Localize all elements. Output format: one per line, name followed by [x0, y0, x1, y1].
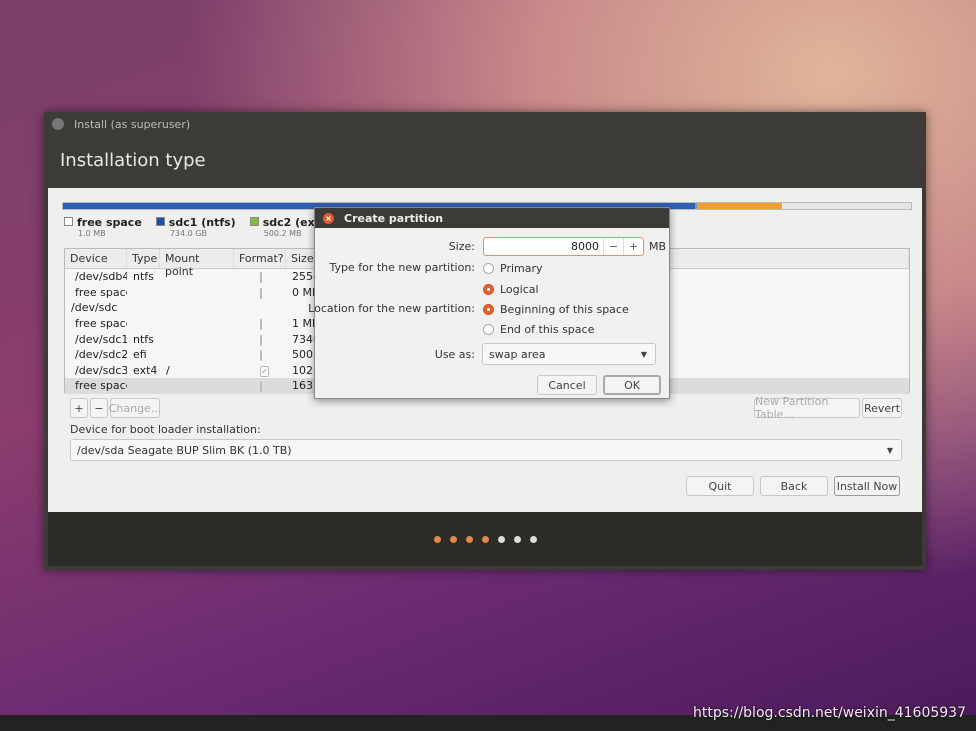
- radio-logical[interactable]: Logical: [483, 283, 539, 296]
- radio-end[interactable]: End of this space: [483, 323, 594, 336]
- progress-dot: [497, 535, 505, 543]
- close-icon[interactable]: [52, 118, 64, 130]
- format-checkbox[interactable]: [260, 334, 262, 346]
- format-checkbox[interactable]: [260, 381, 262, 393]
- dialog-title: Create partition: [344, 211, 444, 225]
- format-checkbox[interactable]: ✓: [260, 365, 269, 377]
- remove-partition-button[interactable]: −: [90, 398, 108, 418]
- use-as-value: swap area: [489, 347, 546, 361]
- legend-name: free space: [77, 216, 142, 229]
- watermark: https://blog.csdn.net/weixin_41605937: [692, 705, 966, 721]
- progress-dot: [513, 535, 521, 543]
- radio-label: Logical: [500, 283, 539, 296]
- add-partition-button[interactable]: +: [70, 398, 88, 418]
- radio-icon: [483, 324, 494, 335]
- use-as-select[interactable]: swap area ▼: [482, 343, 656, 365]
- revert-button[interactable]: Revert: [862, 398, 902, 418]
- legend-item: free space 1.0 MB: [64, 216, 142, 238]
- col-device[interactable]: Device: [65, 249, 127, 268]
- cell-device: free space: [75, 379, 127, 393]
- cell-device: free space: [75, 285, 127, 299]
- cell-type: ntfs: [133, 270, 154, 284]
- location-label: Location for the new partition:: [308, 302, 475, 315]
- radio-label: Primary: [500, 262, 543, 275]
- format-checkbox[interactable]: [260, 287, 262, 299]
- cell-mount: /: [166, 363, 170, 377]
- progress-dot: [449, 535, 457, 543]
- partition-legend: free space 1.0 MB sdc1 (ntfs) 734.0 GB sdc2 …: [64, 216, 333, 238]
- format-checkbox[interactable]: [260, 350, 262, 362]
- change-button[interactable]: Change...: [109, 398, 161, 418]
- cell-device: /dev/sdc: [71, 301, 118, 315]
- decrement-button[interactable]: −: [603, 238, 623, 255]
- progress-dot: [481, 535, 489, 543]
- col-format[interactable]: Format?: [234, 249, 286, 268]
- cell-device: /dev/sdc1: [75, 332, 127, 346]
- radio-label: Beginning of this space: [500, 303, 629, 316]
- ok-button[interactable]: OK: [603, 375, 661, 395]
- radio-icon: [483, 263, 494, 274]
- bootloader-label: Device for boot loader installation:: [70, 423, 261, 436]
- legend-swatch: [64, 217, 73, 226]
- bootloader-value: /dev/sda Seagate BUP Slim BK (1.0 TB): [77, 443, 292, 457]
- quit-button[interactable]: Quit: [686, 476, 754, 496]
- use-as-label: Use as:: [434, 348, 475, 361]
- dialog-title-bar: × Create partition: [315, 208, 669, 228]
- progress-dot: [465, 535, 473, 543]
- increment-button[interactable]: +: [623, 238, 643, 255]
- cell-type: ext4: [133, 363, 158, 377]
- install-now-button[interactable]: Install Now: [834, 476, 900, 496]
- format-checkbox[interactable]: [260, 319, 262, 331]
- radio-primary[interactable]: Primary: [483, 262, 543, 275]
- cancel-button[interactable]: Cancel: [537, 375, 597, 395]
- radio-label: End of this space: [500, 323, 595, 336]
- dropdown-arrow-icon: ▼: [886, 445, 893, 455]
- dropdown-arrow-icon: ▼: [640, 349, 647, 359]
- cell-device: /dev/sdc3: [75, 363, 127, 377]
- col-type[interactable]: Type: [127, 249, 160, 268]
- radio-selected-icon: [483, 304, 494, 315]
- type-label: Type for the new partition:: [329, 261, 475, 274]
- cell-type: ntfs: [133, 332, 154, 346]
- legend-name: sdc1 (ntfs): [168, 216, 236, 229]
- format-checkbox[interactable]: [260, 272, 262, 284]
- partition-segment: [782, 203, 911, 209]
- size-unit: MB: [649, 240, 667, 253]
- size-input[interactable]: 8000: [484, 238, 603, 255]
- window-title: Install (as superuser): [74, 117, 191, 131]
- cell-type: efi: [133, 348, 147, 362]
- legend-size: 734.0 GB: [169, 229, 207, 238]
- size-spinner[interactable]: 8000− +: [483, 237, 644, 256]
- progress-dot: [433, 535, 441, 543]
- legend-item: sdc1 (ntfs) 734.0 GB: [155, 216, 236, 238]
- partition-segment: [697, 203, 783, 209]
- page-title: Installation type: [60, 150, 206, 171]
- cell-device: /dev/sdb4: [75, 270, 127, 284]
- title-bar: Install (as superuser): [44, 112, 926, 136]
- back-button[interactable]: Back: [760, 476, 828, 496]
- radio-beginning[interactable]: Beginning of this space: [483, 303, 629, 316]
- progress-dots: [48, 512, 922, 566]
- create-partition-dialog: × Create partition Size: 8000− + MB Type f…: [308, 207, 670, 399]
- bootloader-select[interactable]: /dev/sda Seagate BUP Slim BK (1.0 TB) ▼: [70, 439, 902, 461]
- new-partition-table-button[interactable]: New Partition Table...: [754, 395, 860, 421]
- cell-device: free space: [75, 317, 127, 331]
- legend-size: 1.0 MB: [78, 229, 106, 238]
- progress-dot: [529, 535, 537, 543]
- close-icon[interactable]: ×: [323, 212, 334, 224]
- legend-swatch: [155, 217, 165, 226]
- cell-device: /dev/sdc2: [75, 348, 127, 362]
- size-label: Size:: [448, 240, 475, 253]
- col-mount[interactable]: Mount point: [160, 249, 234, 278]
- legend-swatch: [249, 217, 259, 226]
- radio-selected-icon: [483, 284, 494, 295]
